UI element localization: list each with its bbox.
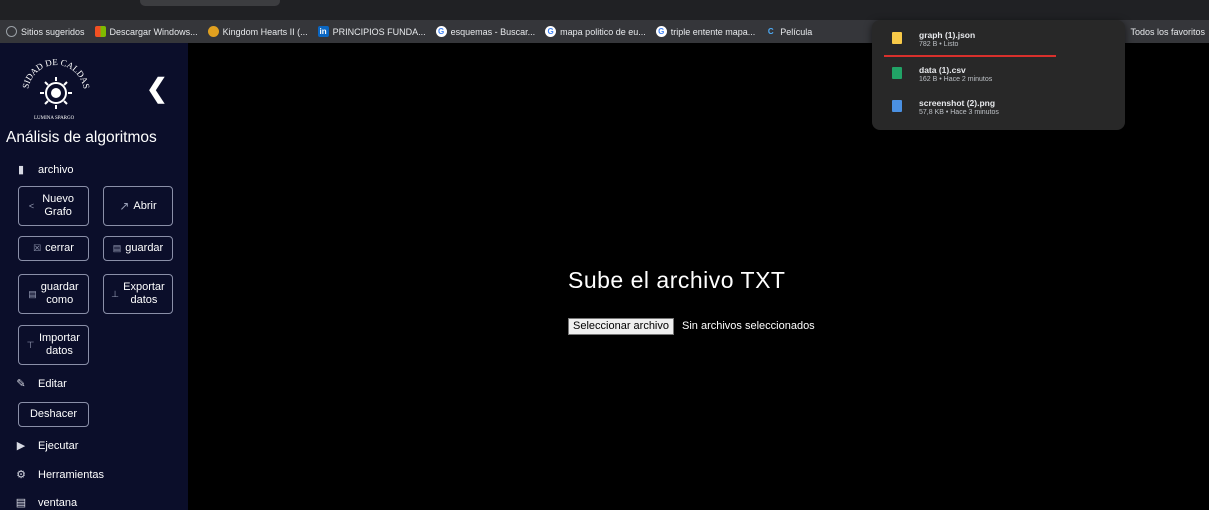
bookmark-esquemas[interactable]: G esquemas - Buscar... [435,26,536,37]
svg-text:LUMINA SPARGO: LUMINA SPARGO [34,116,75,121]
menu-editar[interactable]: ✎ Editar [14,377,67,391]
close-box-icon: ☒ [33,243,42,253]
linkedin-icon: in [317,26,329,37]
window-icon: ▤ [15,497,27,509]
download-meta: 782 B • Listo [919,41,959,48]
bookmark-label: esquemas - Buscar... [450,26,536,37]
open-button[interactable]: ↗ Abrir [103,186,173,226]
png-file-icon [892,100,902,112]
export-label: Exportar datos [123,281,165,306]
bookmark-label: Sitios sugeridos [21,26,85,37]
export-icon: ⊥ [111,288,119,299]
bookmark-kingdom-hearts[interactable]: Kingdom Hearts II (... [207,26,308,37]
new-graph-label: Nuevo Grafo [42,193,75,218]
download-name: graph (1).json [919,30,976,40]
import-data-button[interactable]: ⊤ Importar datos [18,325,89,365]
menu-editar-label: Editar [38,377,67,390]
undo-label: Deshacer [29,408,78,420]
menu-ejecutar[interactable]: ▶ Ejecutar [14,439,79,453]
download-item[interactable]: screenshot (2).png 57,8 KB • Hace 3 minu… [892,98,999,116]
bookmark-pelicula[interactable]: C Película [765,26,812,37]
import-label: Importar datos [38,332,80,357]
download-meta: 57,8 KB • Hace 3 minutos [919,109,999,116]
globe-icon [6,26,17,37]
import-icon: ⊤ [26,339,35,350]
google-icon: G [545,26,557,37]
app-title: Análisis de algoritmos [6,129,157,146]
save-as-button[interactable]: ▤ guardar como [18,274,89,314]
bookmark-descargar-windows[interactable]: Descargar Windows... [94,26,198,37]
file-status: Sin archivos seleccionados [682,320,815,332]
csv-file-icon [892,67,902,79]
all-bookmarks-button[interactable]: Todos los favoritos [1124,20,1205,43]
bookmark-label: PRINCIPIOS FUNDA... [332,26,426,37]
bookmark-label: triple entente mapa... [670,26,756,37]
bookmark-label: Película [780,26,813,37]
kingdom-hearts-icon [207,26,219,37]
json-file-icon [892,32,902,44]
save-as-label: guardar como [40,281,79,306]
download-item[interactable]: graph (1).json 782 B • Listo [892,30,975,48]
gear-icon: ⚙ [16,469,26,481]
file-icon: ▮ [17,164,25,176]
bookmark-principios[interactable]: in PRINCIPIOS FUNDA... [317,26,426,37]
select-file-button[interactable]: Seleccionar archivo [568,318,674,335]
menu-herramientas-label: Herramientas [38,468,105,481]
menu-archivo[interactable]: ▮ archivo [14,163,74,177]
browser-toolbar [0,0,1209,20]
bookmark-sitios-sugeridos[interactable]: Sitios sugeridos [6,26,85,37]
export-data-button[interactable]: ⊥ Exportar datos [103,274,173,314]
save-as-icon: ▤ [28,288,37,299]
bookmark-label: Kingdom Hearts II (... [222,26,308,37]
undo-button[interactable]: Deshacer [18,402,89,427]
collapse-sidebar-button[interactable]: ❮ [146,73,168,104]
bookmark-label: Descargar Windows... [109,26,198,37]
sidebar: SIDAD DE CALDAS LUMINA SPARGO ❮ Análisis… [0,43,188,510]
download-name: data (1).csv [919,65,966,75]
download-name: screenshot (2).png [919,98,996,108]
menu-ejecutar-label: Ejecutar [38,439,79,452]
save-label: guardar [125,242,164,254]
play-icon: ▶ [16,440,26,452]
google-icon: G [435,26,447,37]
google-icon: G [655,26,667,37]
close-button[interactable]: ☒ cerrar [18,236,89,261]
bookmark-mapa-politico[interactable]: G mapa politico de eu... [545,26,646,37]
c-icon: C [767,27,774,36]
menu-ventana[interactable]: ▤ ventana [14,496,78,510]
open-label: Abrir [133,199,157,212]
menu-ventana-label: ventana [38,496,78,509]
address-bar[interactable] [140,0,280,6]
svg-text:SIDAD DE CALDAS: SIDAD DE CALDAS [20,57,91,90]
external-link-icon: ↗ [119,198,130,213]
windows-icon [94,26,106,37]
annotation-underline [884,55,1056,57]
new-graph-button[interactable]: < Nuevo Grafo [18,186,89,226]
menu-herramientas[interactable]: ⚙ Herramientas [14,468,105,482]
university-logo: SIDAD DE CALDAS LUMINA SPARGO [20,57,91,121]
upload-title: Sube el archivo TXT [568,267,786,293]
bookmark-triple-entente[interactable]: G triple entente mapa... [655,26,756,37]
pencil-icon: ✎ [16,378,26,390]
share-icon: < [28,200,35,211]
downloads-panel: graph (1).json 782 B • Listo data (1).cs… [872,20,1125,130]
bookmark-label: mapa politico de eu... [560,26,646,37]
save-icon: ▤ [112,243,122,253]
all-bookmarks-label: Todos los favoritos [1130,26,1205,37]
menu-archivo-label: archivo [38,163,74,176]
download-item[interactable]: data (1).csv 162 B • Hace 2 minutos [892,65,992,83]
close-label: cerrar [45,242,74,254]
save-button[interactable]: ▤ guardar [103,236,173,261]
download-meta: 162 B • Hace 2 minutos [919,76,993,83]
